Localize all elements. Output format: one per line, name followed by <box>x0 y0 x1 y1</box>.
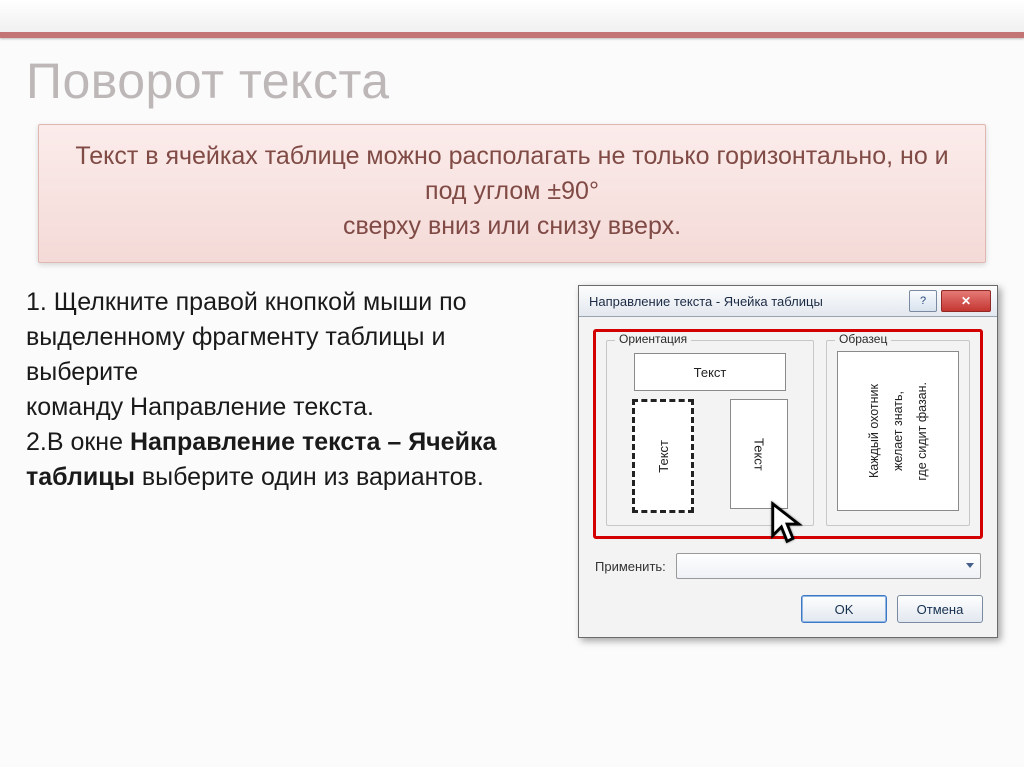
cancel-button[interactable]: Отмена <box>897 595 983 623</box>
sample-preview: Каждый охотник желает знать, где сидит ф… <box>837 351 959 511</box>
instruction-text: 1. Щелкните правой кнопкой мыши по выдел… <box>26 285 550 495</box>
sample-label: Образец <box>835 332 891 346</box>
help-button[interactable]: ? <box>909 290 937 312</box>
orientation-option-vertical-up[interactable]: Текст <box>632 399 694 513</box>
step-2b: выберите один из вариантов. <box>135 463 484 491</box>
dialog-button-row: OK Отмена <box>593 595 983 623</box>
orientation-option-vertical-down-text: Текст <box>752 438 767 471</box>
step-1a: 1. Щелкните правой кнопкой мыши по выдел… <box>26 285 550 390</box>
sample-line-1: Каждый охотник <box>866 384 882 478</box>
text-direction-dialog: Направление текста - Ячейка таблицы ? ✕ … <box>578 285 998 638</box>
step-2a: 2.В окне <box>26 428 130 456</box>
orientation-option-vertical-up-text: Текст <box>656 440 671 473</box>
sample-line-2: желает знать, <box>890 391 906 471</box>
callout-box: Текст в ячейках таблице можно располагат… <box>38 124 986 263</box>
slide-content: Поворот текста Текст в ячейках таблице м… <box>0 38 1024 638</box>
orientation-option-vertical-down[interactable]: Текст <box>730 399 788 509</box>
sample-group: Образец Каждый охотник желает знать, где… <box>826 340 970 526</box>
step-2: 2.В окне Направление текста – Ячейка таб… <box>26 425 550 495</box>
step-1b: команду Направление текста. <box>26 390 550 425</box>
highlight-box: Ориентация Текст Текст Текст Образец Каж… <box>593 329 983 539</box>
dialog-titlebar[interactable]: Направление текста - Ячейка таблицы ? ✕ <box>579 286 997 317</box>
slide-top-bar <box>0 0 1024 38</box>
orientation-option-horizontal[interactable]: Текст <box>634 353 786 391</box>
callout-line-2: сверху вниз или снизу вверх. <box>65 209 959 244</box>
callout-line-1: Текст в ячейках таблице можно располагат… <box>65 139 959 209</box>
apply-label: Применить: <box>595 559 666 574</box>
dialog-body: Ориентация Текст Текст Текст Образец Каж… <box>579 317 997 637</box>
orientation-label: Ориентация <box>615 332 691 346</box>
close-button[interactable]: ✕ <box>941 290 991 312</box>
dialog-title: Направление текста - Ячейка таблицы <box>589 294 905 309</box>
apply-row: Применить: <box>595 553 981 579</box>
ok-button[interactable]: OK <box>801 595 887 623</box>
orientation-group: Ориентация Текст Текст Текст <box>606 340 814 526</box>
sample-line-3: где сидит фазан. <box>914 382 930 481</box>
apply-dropdown[interactable] <box>676 553 981 579</box>
page-title: Поворот текста <box>26 52 998 110</box>
